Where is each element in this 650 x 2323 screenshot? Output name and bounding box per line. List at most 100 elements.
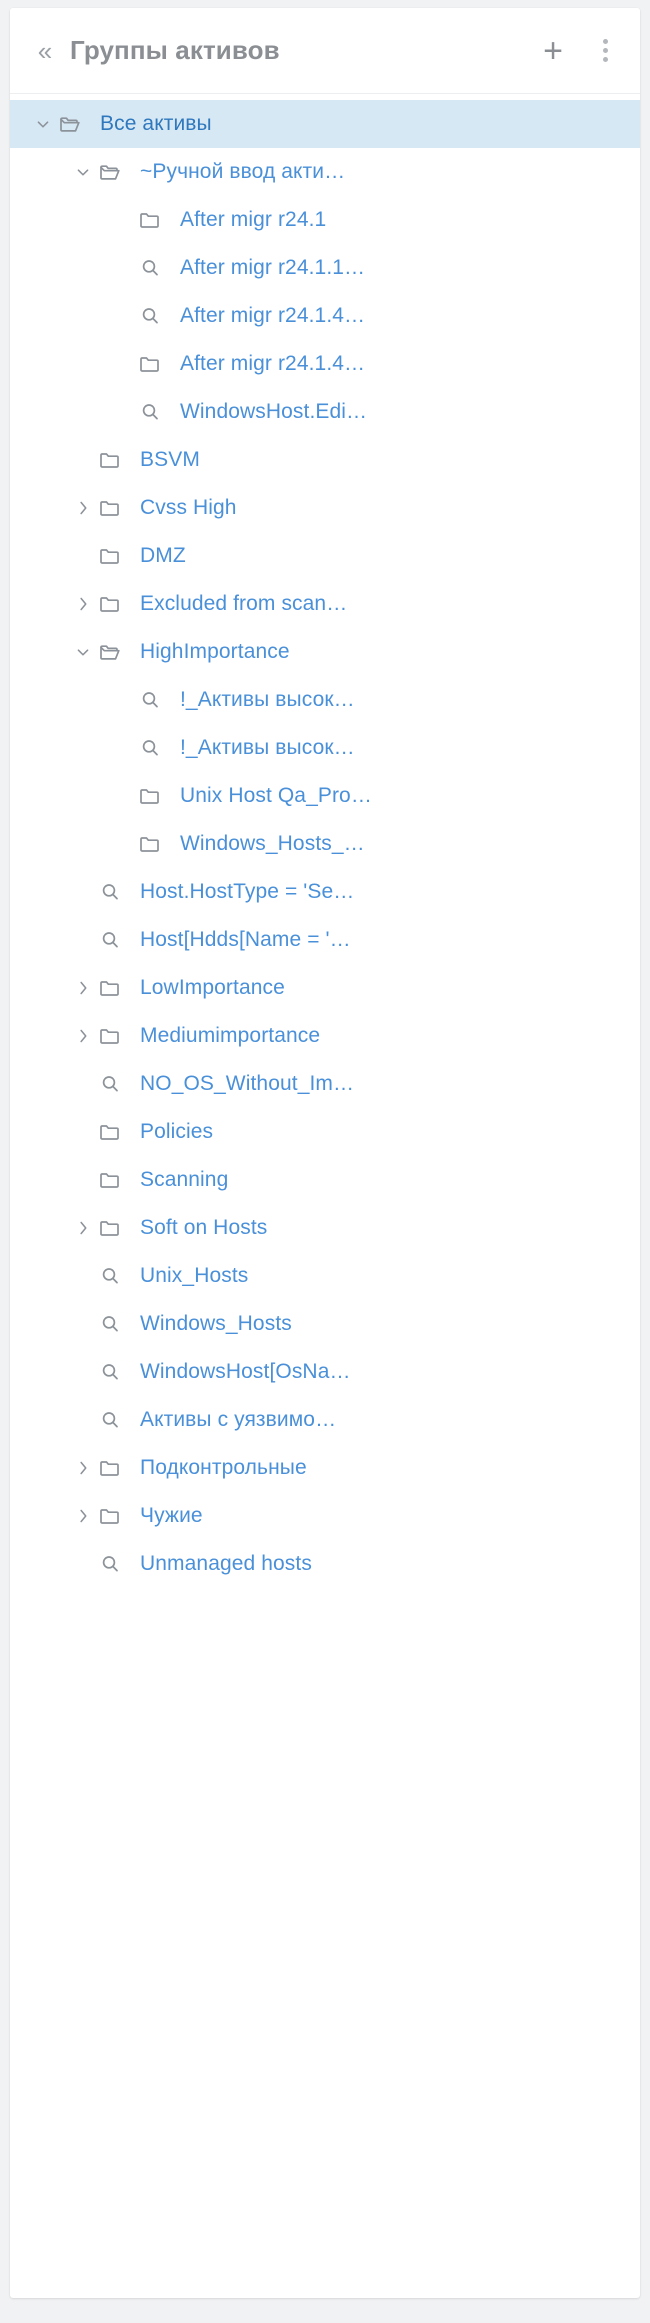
tree-item-label: Host[Hdds[Name = '… bbox=[140, 928, 351, 951]
search-icon bbox=[138, 292, 168, 340]
folder-icon bbox=[138, 196, 168, 244]
tree-item-label: HighImportance bbox=[140, 640, 290, 663]
search-icon bbox=[138, 244, 168, 292]
tree-row[interactable]: !_Активы высок… bbox=[10, 676, 640, 724]
chevron-right-icon[interactable] bbox=[68, 484, 98, 532]
folder-icon bbox=[98, 436, 128, 484]
tree-item-label: Unix_Hosts bbox=[140, 1264, 249, 1287]
tree-row[interactable]: LowImportance bbox=[10, 964, 640, 1012]
folder-icon bbox=[98, 532, 128, 580]
twisty-placeholder bbox=[68, 1156, 98, 1204]
double-chevron-left-icon[interactable]: « bbox=[32, 38, 58, 64]
search-icon bbox=[98, 1300, 128, 1348]
tree-row[interactable]: WindowsHost[OsNa… bbox=[10, 1348, 640, 1396]
tree-item-label: Подконтрольные bbox=[140, 1456, 307, 1479]
more-options-button[interactable] bbox=[588, 34, 622, 68]
tree-row[interactable]: After migr r24.1.4… bbox=[10, 340, 640, 388]
tree-row[interactable]: Soft on Hosts bbox=[10, 1204, 640, 1252]
tree-row[interactable]: Windows_Hosts_… bbox=[10, 820, 640, 868]
tree-item-label: WindowsHost[OsNa… bbox=[140, 1360, 351, 1383]
chevron-right-icon[interactable] bbox=[68, 580, 98, 628]
chevron-right-icon[interactable] bbox=[68, 964, 98, 1012]
tree-row[interactable]: HighImportance bbox=[10, 628, 640, 676]
twisty-placeholder bbox=[108, 772, 138, 820]
chevron-right-icon[interactable] bbox=[68, 1444, 98, 1492]
tree-row[interactable]: Policies bbox=[10, 1108, 640, 1156]
tree-item-label: After migr r24.1.1… bbox=[180, 256, 366, 279]
tree-row[interactable]: Mediumimportance bbox=[10, 1012, 640, 1060]
tree-row[interactable]: Все активы bbox=[10, 100, 640, 148]
tree-row[interactable]: Host[Hdds[Name = '… bbox=[10, 916, 640, 964]
search-icon bbox=[98, 868, 128, 916]
tree-row[interactable]: Cvss High bbox=[10, 484, 640, 532]
kebab-menu-icon bbox=[602, 38, 608, 64]
chevron-right-icon[interactable] bbox=[68, 1492, 98, 1540]
tree-item-label: BSVM bbox=[140, 448, 200, 471]
twisty-placeholder bbox=[68, 1252, 98, 1300]
tree-item-label: WindowsHost.Edi… bbox=[180, 400, 368, 423]
folder-open-icon bbox=[58, 100, 88, 148]
tree-row[interactable]: Host.HostType = 'Se… bbox=[10, 868, 640, 916]
tree-item-label: !_Активы высок… bbox=[180, 736, 355, 759]
header-actions: + bbox=[536, 34, 622, 68]
tree-item-label: Mediumimportance bbox=[140, 1024, 321, 1047]
folder-icon bbox=[98, 1204, 128, 1252]
twisty-placeholder bbox=[68, 868, 98, 916]
folder-icon bbox=[98, 1156, 128, 1204]
chevron-right-icon[interactable] bbox=[68, 1012, 98, 1060]
tree-row[interactable]: Активы с уязвимо… bbox=[10, 1396, 640, 1444]
tree-item-label: !_Активы высок… bbox=[180, 688, 355, 711]
tree-row[interactable]: DMZ bbox=[10, 532, 640, 580]
folder-icon bbox=[98, 580, 128, 628]
search-icon bbox=[98, 916, 128, 964]
tree-row[interactable]: Unix_Hosts bbox=[10, 1252, 640, 1300]
search-icon bbox=[98, 1396, 128, 1444]
tree-row[interactable]: After migr r24.1.1… bbox=[10, 244, 640, 292]
tree-row[interactable]: After migr r24.1 bbox=[10, 196, 640, 244]
tree-row[interactable]: NO_OS_Without_Im… bbox=[10, 1060, 640, 1108]
tree-row[interactable]: After migr r24.1.4… bbox=[10, 292, 640, 340]
tree-item-label: Scanning bbox=[140, 1168, 229, 1191]
chevron-down-icon[interactable] bbox=[68, 628, 98, 676]
tree-item-label: NO_OS_Without_Im… bbox=[140, 1072, 355, 1095]
twisty-placeholder bbox=[68, 1540, 98, 1588]
folder-icon bbox=[98, 1444, 128, 1492]
tree-item-label: ~Ручной ввод акти… bbox=[140, 160, 346, 183]
folder-icon bbox=[138, 820, 168, 868]
twisty-placeholder bbox=[68, 1396, 98, 1444]
search-icon bbox=[98, 1540, 128, 1588]
tree-row[interactable]: Scanning bbox=[10, 1156, 640, 1204]
chevron-down-icon[interactable] bbox=[28, 100, 58, 148]
twisty-placeholder bbox=[108, 820, 138, 868]
tree-row[interactable]: BSVM bbox=[10, 436, 640, 484]
search-icon bbox=[138, 724, 168, 772]
add-group-button[interactable]: + bbox=[536, 34, 570, 68]
folder-icon bbox=[98, 1108, 128, 1156]
tree-item-label: Unmanaged hosts bbox=[140, 1552, 312, 1575]
tree-row[interactable]: Unmanaged hosts bbox=[10, 1540, 640, 1588]
tree-item-label: Windows_Hosts_… bbox=[180, 832, 365, 855]
tree-row[interactable]: Unix Host Qa_Pro… bbox=[10, 772, 640, 820]
search-icon bbox=[98, 1252, 128, 1300]
chevron-down-icon[interactable] bbox=[68, 148, 98, 196]
twisty-placeholder bbox=[68, 1300, 98, 1348]
tree-row[interactable]: WindowsHost.Edi… bbox=[10, 388, 640, 436]
tree-row[interactable]: Подконтрольные bbox=[10, 1444, 640, 1492]
tree-row[interactable]: ~Ручной ввод акти… bbox=[10, 148, 640, 196]
search-icon bbox=[98, 1060, 128, 1108]
chevron-right-icon[interactable] bbox=[68, 1204, 98, 1252]
tree-row[interactable]: Чужие bbox=[10, 1492, 640, 1540]
tree-row[interactable]: !_Активы высок… bbox=[10, 724, 640, 772]
tree-item-label: Policies bbox=[140, 1120, 214, 1143]
plus-icon: + bbox=[543, 31, 563, 70]
twisty-placeholder bbox=[68, 1348, 98, 1396]
twisty-placeholder bbox=[108, 340, 138, 388]
folder-icon bbox=[98, 1012, 128, 1060]
tree-item-label: Soft on Hosts bbox=[140, 1216, 268, 1239]
tree-row[interactable]: Windows_Hosts bbox=[10, 1300, 640, 1348]
folder-icon bbox=[138, 772, 168, 820]
asset-groups-panel: « Группы активов + Все активы ~Ручной вво… bbox=[10, 8, 640, 2298]
twisty-placeholder bbox=[108, 676, 138, 724]
twisty-placeholder bbox=[108, 724, 138, 772]
tree-row[interactable]: Excluded from scan… bbox=[10, 580, 640, 628]
